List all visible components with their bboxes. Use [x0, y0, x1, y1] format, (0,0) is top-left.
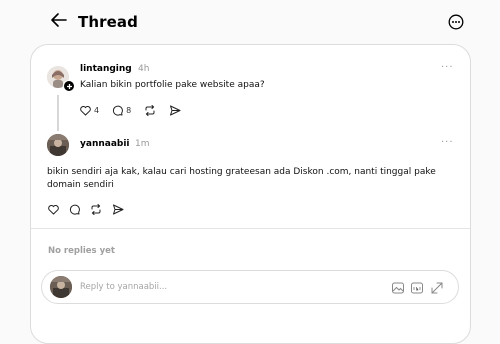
avatar[interactable]: [47, 134, 69, 156]
back-arrow-icon[interactable]: [48, 9, 70, 31]
image-icon[interactable]: [391, 280, 405, 294]
page-title: Thread: [78, 13, 138, 31]
thread-connector-line: [57, 95, 59, 131]
gif-icon[interactable]: [410, 280, 424, 294]
post-username[interactable]: lintanging: [80, 64, 132, 74]
heart-icon: [48, 204, 59, 215]
share-icon: [113, 204, 124, 215]
comment-count: 8: [126, 106, 132, 115]
post-timestamp: 4h: [138, 64, 150, 74]
reply-username[interactable]: yannaabii: [80, 139, 130, 149]
reply-input[interactable]: [80, 280, 340, 294]
reply-text-line2: domain sendiri: [47, 180, 114, 190]
avatar: [50, 276, 72, 298]
heart-icon: [80, 105, 91, 116]
reply-composer[interactable]: [41, 270, 459, 304]
no-replies-label: No replies yet: [48, 246, 115, 256]
reply-text-line1: bikin sendiri aja kak, kalau cari hostin…: [47, 167, 436, 177]
reply-timestamp: 1m: [135, 139, 150, 149]
like-count: 4: [94, 106, 100, 115]
post-text: Kalian bikin portfolie pake website apaa…: [80, 80, 265, 90]
like-button[interactable]: [48, 204, 59, 215]
comment-icon: [113, 105, 123, 116]
expand-icon[interactable]: [430, 280, 444, 294]
like-button[interactable]: 4: [80, 105, 100, 116]
repost-icon: [145, 105, 155, 116]
comment-button[interactable]: [69, 204, 80, 215]
share-button[interactable]: [169, 105, 181, 116]
divider: [31, 228, 470, 229]
thread-card: lintanging 4h ··· Kalian bikin portfolie…: [30, 44, 471, 344]
post-more-icon[interactable]: ···: [441, 62, 454, 73]
reply-actions: [48, 204, 137, 215]
reply-more-icon[interactable]: ···: [441, 137, 454, 148]
comment-button[interactable]: 8: [112, 105, 131, 116]
more-options-icon[interactable]: [448, 14, 464, 30]
repost-icon: [91, 204, 101, 215]
share-button[interactable]: [112, 204, 124, 215]
repost-button[interactable]: [144, 105, 156, 116]
comment-icon: [69, 204, 80, 215]
follow-plus-icon[interactable]: [63, 80, 75, 92]
header: Thread: [0, 0, 500, 44]
repost-button[interactable]: [90, 204, 102, 215]
post-actions: 4 8: [80, 105, 194, 116]
share-icon: [170, 105, 181, 116]
